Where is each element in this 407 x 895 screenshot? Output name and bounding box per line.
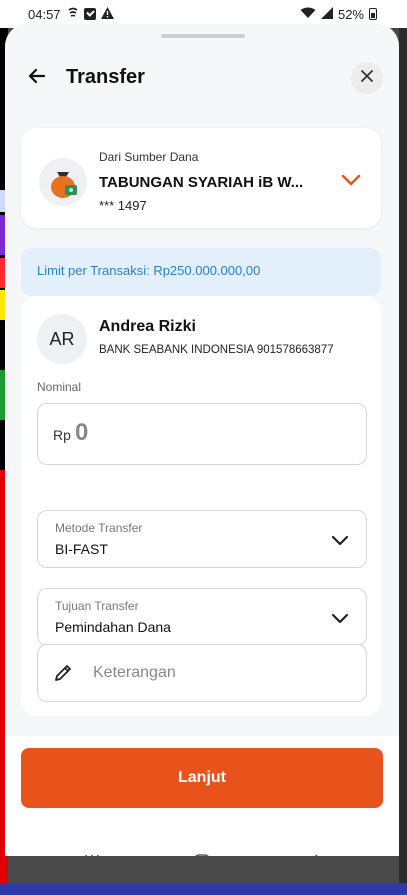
close-button[interactable] — [351, 62, 383, 94]
recents-icon[interactable] — [83, 853, 101, 856]
back-button[interactable] — [23, 64, 51, 92]
next-button[interactable]: Lanjut — [21, 748, 383, 808]
notification-icon — [67, 7, 79, 22]
transfer-purpose-label: Tujuan Transfer — [55, 599, 139, 613]
wifi-icon — [300, 7, 316, 22]
transaction-limit-banner: Limit per Transaksi: Rp250.000.000,00 — [21, 248, 381, 296]
arrow-left-icon — [27, 66, 47, 91]
transaction-limit-text: Limit per Transaksi: Rp250.000.000,00 — [37, 263, 261, 278]
note-input[interactable]: Keterangan — [37, 644, 367, 702]
background-bottom-strip — [0, 883, 407, 895]
warning-icon — [100, 6, 114, 22]
close-icon — [361, 69, 373, 87]
pencil-icon — [52, 662, 74, 684]
transfer-form-card: AR Andrea Rizki BANK SEABANK INDONESIA 9… — [21, 296, 381, 716]
nominal-input[interactable]: Rp 0 — [37, 403, 367, 465]
nominal-label: Nominal — [37, 380, 82, 394]
source-of-funds-card[interactable]: Dari Sumber Dana TABUNGAN SYARIAH iB W..… — [21, 128, 381, 228]
battery-icon — [369, 8, 377, 20]
chevron-down-icon[interactable] — [339, 168, 363, 192]
recipient-bank-account: BANK SEABANK INDONESIA 901578663877 — [99, 344, 334, 356]
nominal-value: 0 — [75, 419, 89, 446]
currency-prefix: Rp — [53, 427, 71, 443]
back-nav-icon[interactable] — [305, 853, 323, 856]
header: Transfer — [5, 58, 399, 100]
source-account-number: *** 1497 — [99, 198, 147, 213]
chevron-down-icon — [328, 606, 352, 630]
signal-icon — [320, 6, 333, 22]
money-bag-icon — [39, 158, 87, 206]
home-icon[interactable] — [193, 853, 211, 856]
footer: Lanjut — [5, 736, 399, 856]
transfer-method-value: BI-FAST — [55, 541, 108, 557]
page-title: Transfer — [66, 66, 145, 88]
transfer-purpose-select[interactable]: Tujuan Transfer Pemindahan Dana — [37, 588, 367, 646]
transfer-purpose-value: Pemindahan Dana — [55, 619, 171, 635]
background-app-right-edge — [399, 0, 407, 895]
status-time: 04:57 — [28, 6, 61, 22]
sheet-grabber[interactable] — [161, 34, 245, 38]
battery-percent: 52% — [337, 6, 364, 22]
transfer-method-label: Metode Transfer — [55, 521, 143, 535]
avatar: AR — [37, 314, 87, 364]
system-navigation-bar — [5, 844, 399, 856]
chevron-down-icon — [328, 528, 352, 552]
source-label: Dari Sumber Dana — [99, 150, 199, 164]
check-icon — [83, 8, 96, 20]
note-placeholder: Keterangan — [93, 664, 176, 681]
source-account-name: TABUNGAN SYARIAH iB W... — [99, 174, 304, 191]
transfer-method-select[interactable]: Metode Transfer BI-FAST — [37, 510, 367, 568]
transfer-sheet: Transfer Dari Sumber Dana TABUNGAN SYARI… — [5, 24, 399, 856]
recipient-name: Andrea Rizki — [99, 318, 196, 335]
